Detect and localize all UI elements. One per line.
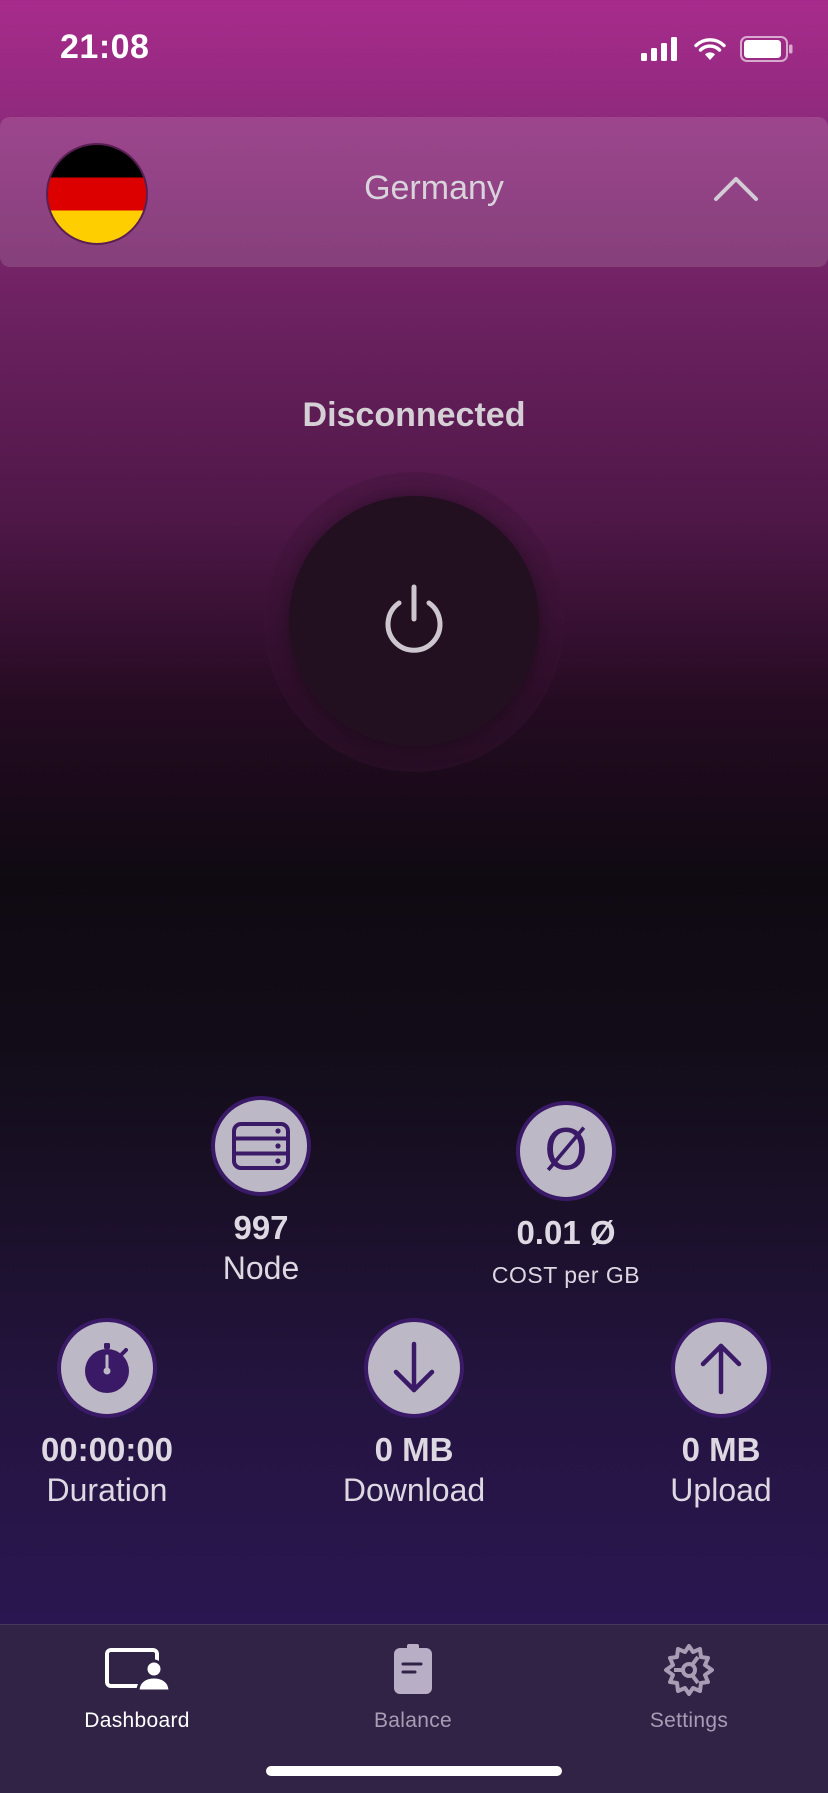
country-name: Germany bbox=[364, 169, 504, 207]
node-count: 997 bbox=[233, 1209, 289, 1246]
tab-dashboard-label: Dashboard bbox=[84, 1709, 190, 1732]
download-value: 0 MB bbox=[374, 1431, 454, 1468]
node-stat: 997 Node bbox=[161, 1096, 361, 1288]
cost-label: COST per GB bbox=[491, 1262, 641, 1288]
tab-balance-label: Balance bbox=[374, 1709, 452, 1732]
tab-settings-label: Settings bbox=[649, 1709, 729, 1732]
signal-icon bbox=[641, 37, 677, 61]
stopwatch-icon bbox=[57, 1318, 157, 1418]
arrow-down-icon bbox=[364, 1318, 464, 1418]
connection-status: Disconnected bbox=[302, 396, 526, 434]
upload-stat: 0 MB Upload bbox=[621, 1318, 821, 1510]
tab-settings[interactable]: Settings bbox=[589, 1639, 789, 1733]
chevron-up-icon[interactable] bbox=[712, 173, 760, 203]
arrow-up-icon bbox=[671, 1318, 771, 1418]
duration-label: Duration bbox=[46, 1472, 168, 1508]
power-icon bbox=[385, 584, 443, 653]
upload-value: 0 MB bbox=[681, 1431, 761, 1468]
power-button[interactable] bbox=[289, 496, 539, 746]
cost-icon: Ø bbox=[516, 1101, 616, 1201]
server-icon bbox=[211, 1096, 311, 1196]
cost-stat: Ø 0.01 Ø COST per GB bbox=[466, 1101, 666, 1295]
home-indicator[interactable] bbox=[266, 1766, 562, 1776]
balance-icon bbox=[394, 1644, 432, 1694]
tab-dashboard[interactable]: Dashboard bbox=[37, 1639, 237, 1733]
upload-label: Upload bbox=[670, 1472, 772, 1508]
status-time: 21:08 bbox=[60, 28, 150, 66]
battery-icon bbox=[740, 36, 793, 62]
status-icons bbox=[640, 36, 794, 62]
tab-balance[interactable]: Balance bbox=[313, 1639, 513, 1733]
download-stat: 0 MB Download bbox=[314, 1318, 514, 1510]
duration-value: 00:00:00 bbox=[40, 1431, 174, 1468]
settings-icon bbox=[664, 1644, 714, 1696]
wifi-icon bbox=[694, 38, 726, 60]
cost-value: 0.01 Ø bbox=[516, 1214, 616, 1251]
dashboard-icon bbox=[105, 1648, 170, 1693]
duration-stat: 00:00:00 Duration bbox=[7, 1318, 207, 1510]
download-label: Download bbox=[342, 1472, 486, 1508]
node-label: Node bbox=[222, 1250, 300, 1286]
status-bar: 21:08 bbox=[0, 0, 828, 100]
country-selector[interactable]: Germany bbox=[0, 117, 828, 267]
